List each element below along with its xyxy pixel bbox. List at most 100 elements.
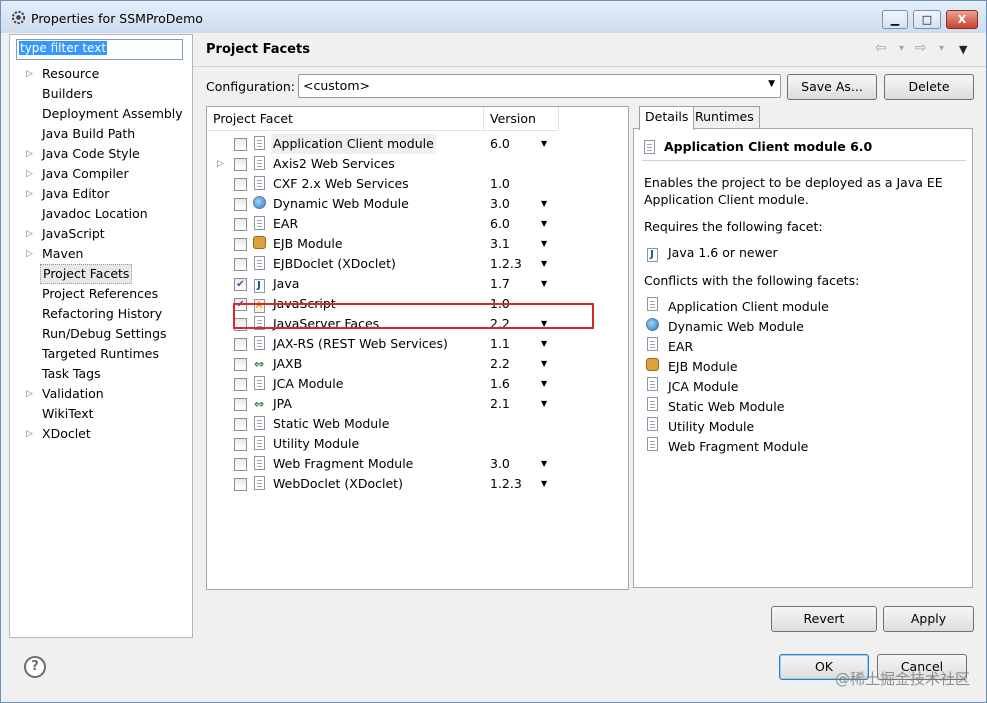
tree-item-java-editor[interactable]: Java Editor — [40, 184, 111, 204]
minimize-button[interactable]: ▁ — [882, 10, 908, 29]
facet-checkbox[interactable] — [234, 478, 247, 491]
tree-expand-icon[interactable]: ▷ — [26, 424, 36, 444]
facet-row[interactable]: ✔ J Java 1.7 ▼ — [207, 274, 628, 294]
version-dropdown-icon[interactable]: ▼ — [541, 354, 547, 374]
tree-expand-icon[interactable]: ▷ — [26, 384, 36, 404]
version-dropdown-icon[interactable]: ▼ — [541, 194, 547, 214]
tree-item-validation[interactable]: Validation — [40, 384, 106, 404]
facet-version[interactable]: 2.2 — [490, 354, 510, 374]
facet-version[interactable]: 1.6 — [490, 374, 510, 394]
facet-checkbox[interactable] — [234, 218, 247, 231]
tree-item-deployment-assembly[interactable]: Deployment Assembly — [40, 104, 185, 124]
facet-version[interactable]: 3.1 — [490, 234, 510, 254]
version-dropdown-icon[interactable]: ▼ — [541, 394, 547, 414]
configuration-select[interactable]: <custom> ▼ — [298, 74, 781, 98]
tab-runtimes[interactable]: Runtimes — [689, 106, 760, 128]
facet-row[interactable]: JCA Module 1.6 ▼ — [207, 374, 628, 394]
tree-item-project-references[interactable]: Project References — [40, 284, 160, 304]
column-header-version[interactable]: Version — [484, 107, 559, 131]
facet-row[interactable]: Utility Module — [207, 434, 628, 454]
facet-checkbox[interactable] — [234, 418, 247, 431]
facet-checkbox[interactable] — [234, 178, 247, 191]
filter-input[interactable]: type filter text — [16, 39, 183, 60]
facet-checkbox[interactable] — [234, 238, 247, 251]
facet-row[interactable]: Web Fragment Module 3.0 ▼ — [207, 454, 628, 474]
facet-version[interactable]: 1.2.3 — [490, 474, 522, 494]
tab-details[interactable]: Details — [639, 106, 695, 130]
tree-expand-icon[interactable]: ▷ — [26, 224, 36, 244]
tree-item-project-facets[interactable]: Project Facets — [40, 264, 133, 284]
facet-version[interactable]: 1.7 — [490, 274, 510, 294]
tree-item-java-build-path[interactable]: Java Build Path — [40, 124, 137, 144]
tree-expand-icon[interactable]: ▷ — [26, 64, 36, 84]
row-expand-icon[interactable]: ▷ — [217, 154, 224, 174]
version-dropdown-icon[interactable]: ▼ — [541, 334, 547, 354]
maximize-button[interactable]: □ — [913, 10, 941, 29]
facet-version[interactable]: 1.2.3 — [490, 254, 522, 274]
facet-checkbox[interactable] — [234, 378, 247, 391]
facet-version[interactable]: 6.0 — [490, 214, 510, 234]
version-dropdown-icon[interactable]: ▼ — [541, 234, 547, 254]
version-dropdown-icon[interactable]: ▼ — [541, 374, 547, 394]
help-icon[interactable]: ? — [24, 656, 46, 678]
revert-button[interactable]: Revert — [771, 606, 877, 632]
version-dropdown-icon[interactable]: ▼ — [541, 134, 547, 154]
facet-version[interactable]: 2.1 — [490, 394, 510, 414]
tree-item-targeted-runtimes[interactable]: Targeted Runtimes — [40, 344, 161, 364]
facet-version[interactable]: 3.0 — [490, 454, 510, 474]
facet-checkbox[interactable] — [234, 258, 247, 271]
version-dropdown-icon[interactable]: ▼ — [541, 254, 547, 274]
facet-row[interactable]: JAX-RS (REST Web Services) 1.1 ▼ — [207, 334, 628, 354]
facet-version[interactable]: 6.0 — [490, 134, 510, 154]
facet-row[interactable]: WebDoclet (XDoclet) 1.2.3 ▼ — [207, 474, 628, 494]
back-menu-icon[interactable]: ▾ — [899, 43, 904, 54]
version-dropdown-icon[interactable]: ▼ — [541, 454, 547, 474]
tree-item-maven[interactable]: Maven — [40, 244, 85, 264]
tree-item-javadoc-location[interactable]: Javadoc Location — [40, 204, 150, 224]
version-dropdown-icon[interactable]: ▼ — [541, 274, 547, 294]
version-dropdown-icon[interactable]: ▼ — [541, 474, 547, 494]
tree-expand-icon[interactable]: ▷ — [26, 244, 36, 264]
forward-arrow-icon[interactable]: ⇨ — [915, 40, 927, 56]
view-menu-icon[interactable]: ▼ — [959, 43, 967, 56]
tree-item-javascript[interactable]: JavaScript — [40, 224, 107, 244]
facet-row[interactable]: EJB Module 3.1 ▼ — [207, 234, 628, 254]
tree-item-builders[interactable]: Builders — [40, 84, 95, 104]
facet-row[interactable]: ⇔ JAXB 2.2 ▼ — [207, 354, 628, 374]
column-header-facet[interactable]: Project Facet — [207, 107, 484, 131]
facet-version[interactable]: 1.1 — [490, 334, 510, 354]
tree-expand-icon[interactable]: ▷ — [26, 144, 36, 164]
delete-button[interactable]: Delete — [884, 74, 974, 100]
facet-row[interactable]: EJBDoclet (XDoclet) 1.2.3 ▼ — [207, 254, 628, 274]
tree-item-java-compiler[interactable]: Java Compiler — [40, 164, 131, 184]
facet-row[interactable]: Dynamic Web Module 3.0 ▼ — [207, 194, 628, 214]
forward-menu-icon[interactable]: ▾ — [939, 43, 944, 54]
facet-row[interactable]: ⇔ JPA 2.1 ▼ — [207, 394, 628, 414]
tree-item-refactoring-history[interactable]: Refactoring History — [40, 304, 164, 324]
version-dropdown-icon[interactable]: ▼ — [541, 214, 547, 234]
facet-checkbox[interactable]: ✔ — [234, 278, 247, 291]
facet-checkbox[interactable] — [234, 198, 247, 211]
tree-item-run-debug-settings[interactable]: Run/Debug Settings — [40, 324, 169, 344]
close-button[interactable]: X — [946, 10, 978, 29]
facet-checkbox[interactable] — [234, 338, 247, 351]
save-as-button[interactable]: Save As... — [787, 74, 877, 100]
facet-row[interactable]: Application Client module 6.0 ▼ — [207, 134, 628, 154]
tree-item-xdoclet[interactable]: XDoclet — [40, 424, 93, 444]
facet-row[interactable]: EAR 6.0 ▼ — [207, 214, 628, 234]
apply-button[interactable]: Apply — [883, 606, 974, 632]
facet-checkbox[interactable] — [234, 458, 247, 471]
tree-item-java-code-style[interactable]: Java Code Style — [40, 144, 142, 164]
tree-item-wikitext[interactable]: WikiText — [40, 404, 96, 424]
facet-checkbox[interactable] — [234, 358, 247, 371]
facet-row[interactable]: CXF 2.x Web Services 1.0 — [207, 174, 628, 194]
tree-item-task-tags[interactable]: Task Tags — [40, 364, 103, 384]
back-arrow-icon[interactable]: ⇦ — [875, 40, 887, 56]
tree-expand-icon[interactable]: ▷ — [26, 184, 36, 204]
facet-row[interactable]: Static Web Module — [207, 414, 628, 434]
facet-row[interactable]: ▷ Axis2 Web Services — [207, 154, 628, 174]
tree-item-resource[interactable]: Resource — [40, 64, 101, 84]
facet-checkbox[interactable] — [234, 438, 247, 451]
facet-checkbox[interactable] — [234, 158, 247, 171]
facet-version[interactable]: 3.0 — [490, 194, 510, 214]
